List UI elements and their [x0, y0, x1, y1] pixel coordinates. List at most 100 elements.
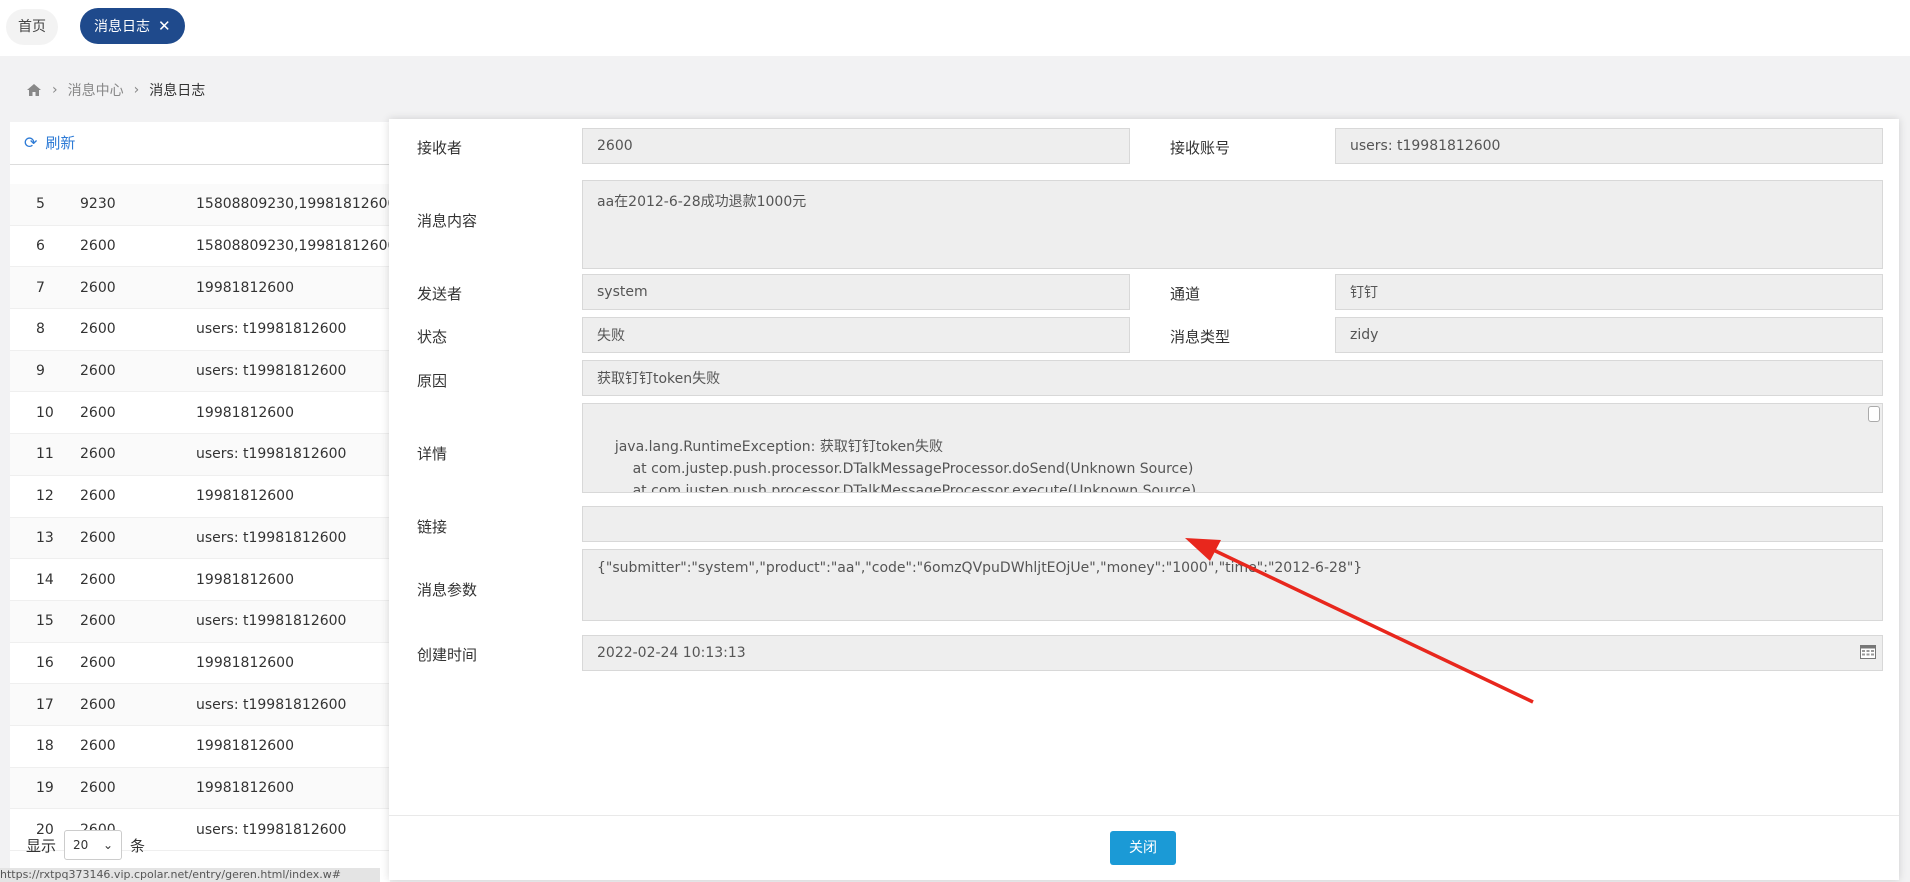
chevron-right-icon: ›: [52, 82, 58, 98]
row-number-cell: 9: [36, 363, 45, 380]
channel-label: 通道: [1170, 285, 1201, 303]
account-field[interactable]: users: t19981812600: [1335, 128, 1883, 164]
sender-label: 发送者: [417, 285, 463, 303]
row-number-cell: 6: [36, 238, 45, 255]
receiver-label: 接收者: [417, 139, 463, 157]
row-id-cell: 2600: [80, 654, 116, 671]
calendar-icon[interactable]: [1860, 645, 1876, 659]
row-number-cell: 17: [36, 696, 54, 713]
arrow-annotation: [1185, 538, 1534, 704]
row-id-cell: 9230: [80, 196, 116, 213]
row-receiver-cell: users: t19981812600: [196, 696, 347, 713]
row-id-cell: 2600: [80, 238, 116, 255]
row-number-cell: 15: [36, 613, 54, 630]
table-row[interactable]: 8 2600 users: t19981812600: [10, 309, 390, 351]
table-row[interactable]: 18 2600 19981812600: [10, 726, 390, 768]
chevron-down-icon: ⌄: [102, 838, 114, 852]
row-id-cell: 2600: [80, 446, 116, 463]
row-number-cell: 8: [36, 321, 45, 338]
params-label: 消息参数: [417, 581, 478, 599]
message-table: 5 9230 15808809230,19981812600 6 2600 1580880…: [10, 184, 390, 851]
row-id-cell: 2600: [80, 363, 116, 380]
table-row[interactable]: 13 2600 users: t19981812600: [10, 517, 390, 560]
msgtype-label: 消息类型: [1170, 328, 1231, 346]
row-receiver-cell: 19981812600: [196, 571, 294, 588]
row-number-cell: 10: [36, 404, 54, 421]
table-row[interactable]: 7 2600 19981812600: [10, 267, 390, 310]
content-field[interactable]: aa在2012-6-28成功退款1000元: [582, 180, 1883, 269]
table-row[interactable]: 5 9230 15808809230,19981812600: [10, 184, 390, 226]
table-row[interactable]: 16 2600 19981812600: [10, 643, 390, 685]
row-number-cell: 7: [36, 279, 45, 296]
row-id-cell: 2600: [80, 571, 116, 588]
row-receiver-cell: 19981812600: [196, 488, 294, 505]
table-row[interactable]: 6 2600 15808809230,19981812600: [10, 226, 390, 268]
refresh-button[interactable]: ⟳ 刷新: [24, 132, 75, 153]
row-receiver-cell: users: t19981812600: [196, 613, 347, 630]
row-id-cell: 2600: [80, 738, 116, 755]
table-row[interactable]: 19 2600 19981812600: [10, 767, 390, 810]
scrollbar-handle[interactable]: [1868, 406, 1880, 422]
close-icon[interactable]: ✕: [158, 17, 171, 35]
table-row[interactable]: 17 2600 users: t19981812600: [10, 684, 390, 726]
dialog-footer-divider: [389, 815, 1899, 816]
row-id-cell: 2600: [80, 529, 116, 546]
channel-field[interactable]: 钉钉: [1335, 274, 1883, 310]
row-number-cell: 16: [36, 654, 54, 671]
breadcrumb-message-center[interactable]: 消息中心: [68, 80, 124, 100]
breadcrumb-current: 消息日志: [149, 83, 206, 99]
table-row[interactable]: 14 2600 19981812600: [10, 559, 390, 601]
detail-label: 详情: [417, 445, 448, 463]
row-id-cell: 2600: [80, 779, 116, 796]
table-row[interactable]: 12 2600 19981812600: [10, 476, 390, 518]
row-receiver-cell: 15808809230,19981812600: [196, 196, 390, 213]
row-receiver-cell: 19981812600: [196, 279, 294, 296]
row-receiver-cell: 19981812600: [196, 654, 294, 671]
row-id-cell: 2600: [80, 321, 116, 338]
close-button[interactable]: 关闭: [1110, 831, 1176, 865]
row-receiver-cell: 19981812600: [196, 404, 294, 421]
receiver-field[interactable]: 2600: [582, 128, 1130, 164]
row-number-cell: 5: [36, 196, 45, 213]
detail-field[interactable]: java.lang.RuntimeException: 获取钉钉token失败 …: [582, 403, 1883, 493]
row-receiver-cell: 19981812600: [196, 738, 294, 755]
table-row[interactable]: 11 2600 users: t19981812600: [10, 434, 390, 476]
row-id-cell: 2600: [80, 279, 116, 296]
row-number-cell: 14: [36, 571, 54, 588]
row-number-cell: 11: [36, 446, 54, 463]
home-icon[interactable]: [26, 83, 42, 97]
tab-message-log-label: 消息日志: [94, 19, 150, 35]
tab-home[interactable]: 首页: [6, 9, 58, 45]
row-receiver-cell: users: t19981812600: [196, 821, 347, 838]
message-list-panel: ⟳ 刷新 5 9230 15808809230,19981812600 6 2600 15…: [10, 122, 390, 882]
table-row[interactable]: 10 2600 19981812600: [10, 392, 390, 435]
state-field[interactable]: 失败: [582, 317, 1130, 353]
row-id-cell: 2600: [80, 696, 116, 713]
content-label: 消息内容: [417, 212, 478, 230]
row-id-cell: 2600: [80, 488, 116, 505]
created-value: 2022-02-24 10:13:13: [597, 645, 746, 661]
pager-unit-label: 条: [130, 836, 146, 855]
row-number-cell: 19: [36, 779, 54, 796]
row-number-cell: 13: [36, 529, 54, 546]
table-row[interactable]: 9 2600 users: t19981812600: [10, 350, 390, 393]
table-row[interactable]: 15 2600 users: t19981812600: [10, 600, 390, 643]
page-size-value: 20: [73, 838, 89, 852]
breadcrumb: › 消息中心 › 消息日志: [26, 80, 205, 100]
msgtype-field[interactable]: zidy: [1335, 317, 1883, 353]
detail-text: java.lang.RuntimeException: 获取钉钉token失败 …: [614, 439, 1197, 493]
account-label: 接收账号: [1170, 139, 1231, 157]
tab-message-log[interactable]: 消息日志 ✕: [80, 8, 185, 44]
tab-bar: 首页 消息日志 ✕: [0, 0, 1910, 56]
row-number-cell: 12: [36, 488, 54, 505]
refresh-label: 刷新: [45, 134, 76, 152]
row-id-cell: 2600: [80, 404, 116, 421]
pager-show-label: 显示: [26, 836, 57, 855]
reason-field[interactable]: 获取钉钉token失败: [582, 360, 1883, 396]
sender-field[interactable]: system: [582, 274, 1130, 310]
page-size-select[interactable]: 20 ⌄: [64, 830, 123, 860]
row-id-cell: 2600: [80, 613, 116, 630]
divider: [10, 164, 390, 165]
row-receiver-cell: users: t19981812600: [196, 363, 347, 380]
state-label: 状态: [417, 328, 448, 346]
